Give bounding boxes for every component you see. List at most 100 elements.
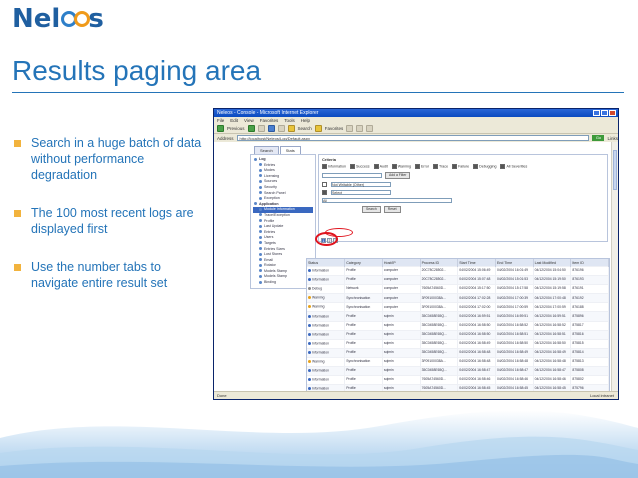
severity-option[interactable]: Warning [391, 164, 411, 169]
menu-help[interactable]: Help [301, 117, 310, 124]
cell-text: Synchronisation [346, 359, 371, 364]
table-row[interactable]: Information Profile computer 20C78C28502...… [307, 275, 609, 285]
refresh-icon[interactable] [267, 125, 275, 132]
tree-node-icon [259, 269, 262, 273]
print-icon[interactable] [366, 125, 374, 132]
links-label[interactable]: Links [607, 136, 618, 141]
table-row[interactable]: Information Profile sqlmin 35C0458E65Q... 04… [307, 366, 609, 376]
severity-option[interactable]: Error [415, 164, 429, 169]
search-button[interactable]: Search [362, 206, 381, 213]
column-header[interactable]: Category [344, 259, 383, 267]
menu-favorites[interactable]: Favorites [260, 117, 279, 124]
close-button[interactable] [609, 110, 616, 116]
severity-checkbox[interactable] [500, 164, 506, 169]
severity-option[interactable]: Information [322, 164, 346, 169]
table-row[interactable]: Debug Network computer 7605A74560D... 04/02/… [307, 284, 609, 294]
cell-text: 04/02/2004 16:58:48 [459, 350, 491, 355]
column-header[interactable]: End Time [495, 259, 534, 267]
filter-checkbox[interactable] [322, 190, 327, 195]
severity-option[interactable]: Audit [373, 164, 388, 169]
cell-text: 04/02/2004 16:58:45 [496, 386, 529, 391]
filter-input[interactable] [322, 173, 382, 178]
table-cell: sqlmin [382, 375, 421, 385]
maximize-button[interactable] [601, 110, 608, 116]
table-cell: Profile [344, 375, 383, 385]
search-icon[interactable] [287, 125, 295, 132]
severity-checkbox[interactable] [433, 164, 439, 169]
severity-icon [308, 314, 311, 318]
vertical-scrollbar[interactable] [611, 142, 618, 392]
table-row[interactable]: Warning Synchronisation computer 3F09100038… [307, 302, 609, 312]
severity-option[interactable]: Debugging [473, 164, 496, 169]
severity-option[interactable]: Trace [433, 164, 448, 169]
table-cell: 04/02/2004 16:58:48 [495, 356, 534, 367]
scrollbar-thumb[interactable] [613, 150, 617, 190]
cell-text: sqlmin [383, 313, 394, 318]
column-header[interactable]: Item ID [570, 259, 609, 267]
table-row[interactable]: Information Profile sqlmin 35C0458E65Q... 04… [307, 320, 609, 331]
severity-icon [308, 287, 311, 291]
severity-checkbox[interactable] [391, 164, 397, 169]
severity-option[interactable]: Success [349, 164, 370, 169]
table-row[interactable]: Information Profile sqlmin 35C0458E65Q... 04… [307, 329, 609, 340]
table-cell: sqlmin [382, 366, 421, 376]
column-header[interactable]: Status [307, 259, 346, 267]
filter-checkbox[interactable] [322, 182, 327, 187]
favorites-icon[interactable] [314, 125, 322, 132]
severity-checkbox[interactable] [349, 164, 355, 169]
history-icon[interactable] [346, 125, 354, 132]
address-input[interactable]: http://localhost/Neleos/Log/Default.aspx [236, 135, 590, 141]
reset-button[interactable]: Reset [383, 206, 401, 213]
minimize-button[interactable] [593, 110, 600, 116]
window-title: Neleos - Console - Microsoft Internet Ex… [217, 110, 319, 116]
severity-checkbox[interactable] [322, 164, 327, 169]
favorites-button-label[interactable]: Favorites [325, 126, 344, 131]
menu-edit[interactable]: Edit [230, 117, 238, 124]
home-icon[interactable] [277, 125, 285, 132]
tab-search[interactable]: Search [254, 146, 279, 154]
severity-checkbox[interactable] [373, 164, 379, 169]
severity-checkbox[interactable] [473, 164, 479, 169]
table-row[interactable]: Information Profile computer 20C78C28502...… [307, 265, 609, 276]
menu-bar: File Edit View Favorites Tools Help [214, 117, 618, 124]
search-button-label[interactable]: Search [298, 126, 312, 131]
mail-icon[interactable] [356, 125, 364, 132]
menu-view[interactable]: View [244, 117, 254, 124]
column-header[interactable]: Start Time [457, 259, 496, 267]
table-row[interactable]: Information Profile sqlmin 35C0458E65Q... 04… [307, 347, 609, 358]
severity-option[interactable]: All Severities [500, 164, 527, 169]
cell-text: 875813 [572, 359, 584, 364]
severity-checkbox[interactable] [452, 164, 458, 169]
tab-stats[interactable]: Stats [279, 146, 301, 154]
column-header[interactable]: Process ID [420, 259, 459, 267]
column-header[interactable]: Last Modified [533, 259, 572, 267]
filter-select[interactable]: Select [331, 190, 391, 195]
filter-select-wide[interactable]: All [322, 198, 452, 203]
table-cell: 04/02/2004 16:58:46 [457, 375, 496, 385]
tree-node-label: Entries Sizes [264, 246, 285, 251]
back-button-label[interactable]: Previous [227, 126, 245, 131]
table-cell: 04/12/2004 17:00:48 [533, 293, 572, 303]
table-row[interactable]: Warning Synchronisation computer 3F09100038… [307, 293, 609, 303]
menu-file[interactable]: File [217, 117, 224, 124]
cell-text: 04/02/2004 17:02:28 [459, 295, 491, 300]
cell-text: 875808 [572, 368, 584, 373]
back-arrow-icon[interactable] [217, 125, 224, 132]
table-row[interactable]: Information Profile sqlmin 35C0458E65Q... 04… [307, 311, 609, 322]
column-header[interactable]: Host/IP [382, 259, 421, 267]
filter-select[interactable]: Not Writable (Other) [331, 182, 391, 187]
table-row[interactable]: Warning Synchronisation sqlmin 3F09100038A.… [307, 356, 609, 367]
severity-option[interactable]: Failure [452, 164, 469, 169]
severity-checkbox[interactable] [415, 164, 421, 169]
table-row[interactable]: Information Profile sqlmin 35C0458E65Q... 04… [307, 338, 609, 349]
tree-node-label: Binding [264, 280, 276, 285]
tree-node[interactable]: Binding [253, 280, 313, 286]
menu-tools[interactable]: Tools [284, 117, 295, 124]
go-button[interactable]: Go [592, 135, 605, 141]
forward-arrow-icon[interactable] [247, 125, 255, 132]
stop-icon[interactable] [257, 125, 265, 132]
table-row[interactable]: Information Profile sqlmin 7605A74560D... 04… [307, 375, 609, 385]
tree-node-icon [259, 219, 262, 223]
cell-text: 875896 [572, 313, 584, 318]
add-filter-button[interactable]: Add a Filter [385, 172, 411, 179]
